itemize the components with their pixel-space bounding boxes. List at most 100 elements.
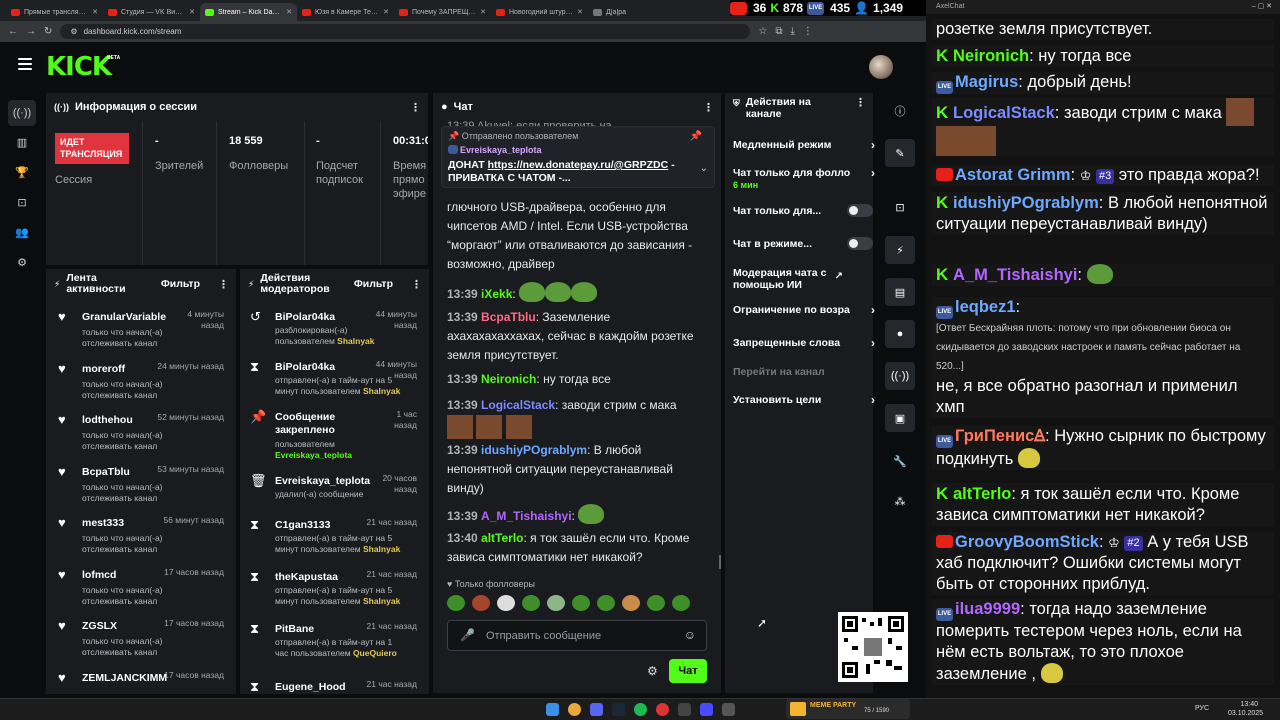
browser-tab[interactable]: Студия — VK Видео Li...✕ [103,3,200,21]
download-icon[interactable]: ⤓ [791,26,795,37]
browser-tab[interactable]: Почему ЗАПРЕЩЕНО ... ✕ [394,3,491,21]
moderation-icon[interactable]: ⊡ [885,193,915,221]
chat-action-item[interactable]: Чат только для фолло 6 мин › [733,167,875,191]
filter-button[interactable]: Фильтр [354,278,393,290]
back-icon[interactable]: ← [8,26,18,37]
language-indicator[interactable]: РУС [1195,705,1209,712]
activity-item[interactable]: ♥ lofmcd 17 часов назад только что начал… [46,565,236,617]
site-info-icon[interactable]: ⚙ [70,27,77,36]
mod-action-item[interactable]: ⧗ theKapustaa 21 час назад отправлен(-а)… [240,567,429,623]
browser-tab-active[interactable]: Stream – Kick Dashboa...✕ [200,3,297,21]
more-options-icon[interactable]: ⋮ [855,96,866,109]
browser-tab[interactable]: Прямые трансляции - ...✕ [6,3,103,21]
chat-action-item[interactable]: Установить цели › [733,394,875,406]
more-options-icon[interactable]: ⋮ [410,101,421,114]
pinned-message[interactable]: 📌 Отправлено пользователем Evreiskaya_te… [441,126,715,188]
close-icon[interactable]: ✕ [383,8,389,16]
chat-action-item[interactable]: Модерация чата с помощью ИИ ↗ [733,267,843,291]
analytics-nav-icon[interactable]: ▥ [14,134,30,150]
stream-icon[interactable]: ((·)) [885,362,915,390]
microphone-icon[interactable]: 🎤 [460,628,475,642]
forward-icon[interactable]: → [26,26,36,37]
reload-icon[interactable]: ↻ [44,26,52,37]
send-chat-button[interactable]: Чат [669,659,707,683]
message-user[interactable]: idushiyPOgrablym [481,443,587,457]
chat-action-item[interactable]: Запрещенные слова › [733,337,875,349]
emote[interactable] [672,595,690,611]
hamburger-menu-icon[interactable] [18,58,32,70]
emote[interactable] [572,595,590,611]
star-icon[interactable]: ☆ [758,26,767,37]
filter-button[interactable]: Фильтр [161,278,200,290]
app-icon[interactable] [700,703,713,716]
more-options-icon[interactable]: ⋮ [411,278,422,291]
chat-action-item[interactable]: Чат в режиме... [733,237,873,250]
close-icon[interactable]: ✕ [92,8,98,16]
mod-actions-icon[interactable]: ▣ [885,404,915,432]
emote[interactable] [472,595,490,611]
toggle-switch[interactable] [847,237,873,250]
trophy-nav-icon[interactable]: 🏆 [14,164,30,180]
emote[interactable] [497,595,515,611]
notes-icon[interactable]: ▤ [885,278,915,306]
message-user[interactable]: altTerlo [481,531,523,545]
activity-item[interactable]: ♥ lodthehou 52 минуты назад только что н… [46,410,236,462]
close-icon[interactable]: ✕ [577,8,583,16]
unpin-icon[interactable]: 📌 [690,131,702,142]
emote[interactable] [547,595,565,611]
obs-icon[interactable] [678,703,691,716]
moderation-nav-icon[interactable]: ⊡ [14,194,30,210]
message-user[interactable]: A_M_Tishaishyi [481,509,571,523]
chat-action-item[interactable]: Чат только для... [733,204,873,217]
windows-start-icon[interactable] [546,703,559,716]
mod-action-item[interactable]: ⧗ Eugene_Hood 21 час назад [240,677,429,694]
users-icon[interactable]: ⁂ [885,487,915,515]
mod-action-item[interactable]: ⧗ BiPolar04ka 44 минуты назад отправлен(… [240,357,429,413]
menu-icon[interactable]: ⋮ [803,26,813,37]
activity-item[interactable]: ♥ ZGSLX 17 часов назад только что начал(… [46,616,236,668]
pinned-link[interactable]: https://new.donatepay.ru/@GRPZDC [488,159,669,171]
browser-tab[interactable]: Новогодний штурм Гр... ✕ [491,3,588,21]
chat-input[interactable]: 🎤 Отправить сообщение ☺ [447,620,707,651]
community-nav-icon[interactable]: 👥 [14,224,30,240]
extensions-icon[interactable]: ⧉ [775,26,782,37]
info-icon[interactable]: ⓘ [885,97,915,125]
media-widget[interactable]: MEME PARTY 75 / 1590 [786,699,910,719]
steam-icon[interactable] [612,703,625,716]
mod-action-item[interactable]: ⧗ PitBane 21 час назад отправлен(-а) в т… [240,619,429,675]
more-options-icon[interactable]: ⋮ [218,278,229,291]
stream-nav-icon[interactable]: ((·)) [8,100,36,126]
activity-item[interactable]: ♥ BcpaTblu 53 минуты назад только что на… [46,462,236,514]
toggle-switch[interactable] [847,204,873,217]
message-user[interactable]: BcpaTblu [481,310,536,324]
chat-action-item[interactable]: Ограничение по возра › [733,304,875,316]
spotify-icon[interactable] [634,703,647,716]
bolt-icon[interactable]: ⚡ [885,236,915,264]
browser-tab[interactable]: Д|а|ра [588,3,658,21]
chat-scrollbar[interactable] [719,555,721,569]
mod-action-item[interactable]: 📌 Сообщение закреплено 1 час назад пользов… [240,407,429,463]
mod-action-item[interactable]: ↺ BiPolar04ka 44 минуты назад разблокиро… [240,307,429,363]
chat-action-item[interactable]: Медленный режим › [733,139,875,151]
clock[interactable]: 13:40 03.10.2025 [1228,700,1263,718]
emote[interactable] [622,595,640,611]
emote[interactable] [447,595,465,611]
mod-action-item[interactable]: ⧗ C1gan3133 21 час назад отправлен(-а) в… [240,515,429,571]
chat-settings-icon[interactable]: ⚙ [647,664,658,678]
emote[interactable] [597,595,615,611]
activity-item[interactable]: ♥ moreroff 24 минуты назад только что на… [46,359,236,411]
close-icon[interactable]: ✕ [480,8,486,16]
app-icon[interactable] [656,703,669,716]
more-options-icon[interactable]: ⋮ [703,101,714,114]
settings-nav-icon[interactable]: ⚙ [14,254,30,270]
chrome-icon[interactable] [568,703,581,716]
emoji-icon[interactable]: ☺ [684,628,696,642]
kick-logo[interactable]: KICK [46,54,112,80]
close-icon[interactable]: ✕ [286,8,292,16]
close-icon[interactable]: ✕ [189,8,195,16]
message-user[interactable]: iXekk [481,287,512,301]
activity-item[interactable]: ♥ mest333 56 минут назад только что нача… [46,513,236,565]
wrench-icon[interactable]: 🔧 [885,447,915,475]
activity-item[interactable]: ♥ ZEMLJANCKIMM 17 часов назад [46,668,236,695]
expand-chevron-icon[interactable]: ⌄ [700,163,708,174]
